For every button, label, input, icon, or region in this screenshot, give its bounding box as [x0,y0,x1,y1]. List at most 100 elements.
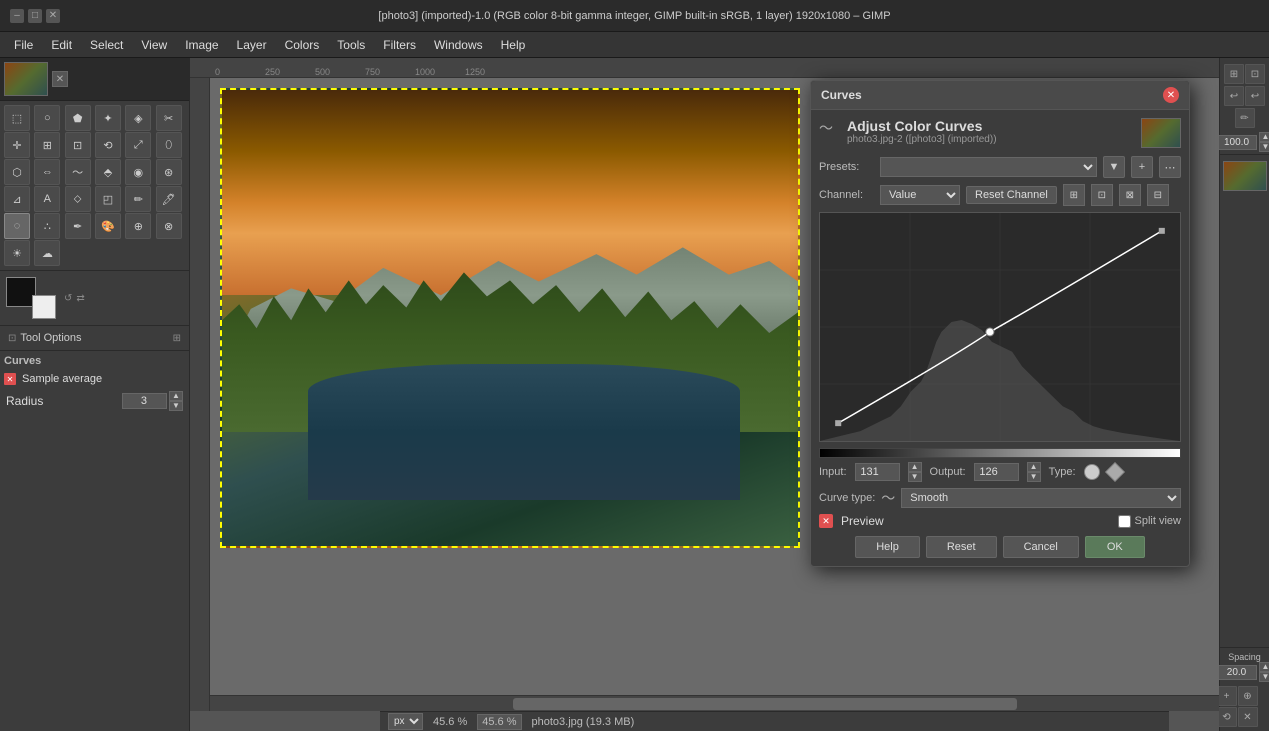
menu-colors[interactable]: Colors [277,36,328,54]
tool-fuzzy-select[interactable]: ✦ [95,105,121,131]
tool-text[interactable]: A [34,186,60,212]
close-button[interactable]: ✕ [46,9,60,23]
zoom-up-button[interactable]: ▲ [1259,132,1269,142]
scrollbar-thumb-horizontal[interactable] [513,698,1018,710]
tool-options-expand-icon[interactable]: ⊞ [173,333,181,344]
presets-add-button[interactable]: + [1131,156,1153,178]
channel-select[interactable]: Value Red Green Blue Alpha [880,185,960,205]
tool-heal[interactable]: ⊗ [156,213,182,239]
split-view-checkbox[interactable] [1118,515,1131,528]
tool-warp[interactable]: 〜 [65,159,91,185]
presets-dropdown-button[interactable]: ▼ [1103,156,1125,178]
background-color-swatch[interactable] [32,295,56,319]
spacing-up-button[interactable]: ▲ [1259,662,1269,672]
navigator-thumbnail[interactable] [1223,161,1267,191]
menu-windows[interactable]: Windows [426,36,491,54]
canvas-scrollbar-bottom[interactable] [210,695,1219,711]
spacing-value-input[interactable] [1217,665,1257,680]
tool-airbrush[interactable]: ∴ [34,213,60,239]
tool-blend[interactable]: ◰ [95,186,121,212]
menu-tools[interactable]: Tools [329,36,373,54]
tool-ink[interactable]: ✒ [65,213,91,239]
control-point[interactable] [986,328,994,336]
reset-button[interactable]: Reset [926,536,997,558]
menu-view[interactable]: View [133,36,175,54]
preview-close-button[interactable]: ✕ [819,514,833,528]
type-circle-button[interactable] [1084,464,1100,480]
tool-rect-select[interactable]: ⬚ [4,105,30,131]
curve-type-select[interactable]: Smooth Linear [901,488,1181,508]
tool-align[interactable]: ⊞ [34,132,60,158]
close-thumbnail-button[interactable]: ✕ [52,71,68,87]
tool-dodge-burn[interactable]: ☀ [4,240,30,266]
channel-icon4[interactable]: ⊟ [1147,184,1169,206]
zoom-dropdown[interactable]: 45.6 % [477,714,521,730]
curves-dialog-close-button[interactable]: ✕ [1163,87,1179,103]
tool-paths[interactable]: ⊿ [4,186,30,212]
swap-colors-icon[interactable]: ⇄ [76,293,84,304]
tool-mypaint[interactable]: 🎨 [95,213,121,239]
zoom-value-input[interactable] [1217,135,1257,150]
minimize-button[interactable]: – [10,9,24,23]
reset-channel-button[interactable]: Reset Channel [966,186,1057,204]
layers-icon[interactable]: ⊞ [1224,64,1244,84]
image-thumbnail[interactable] [4,62,48,96]
brushes-icon[interactable]: ✏ [1235,108,1255,128]
duplicate-brush-icon[interactable]: ⊕ [1238,686,1258,706]
tool-move[interactable]: ✛ [4,132,30,158]
presets-options-button[interactable]: ⋯ [1159,156,1181,178]
ok-button[interactable]: OK [1085,536,1145,558]
output-down-button[interactable]: ▼ [1027,472,1041,482]
undo-icon[interactable]: ↩ [1224,86,1244,106]
menu-edit[interactable]: Edit [43,36,80,54]
tool-cage[interactable]: ⬘ [95,159,121,185]
tool-free-select[interactable]: ⬟ [65,105,91,131]
input-up-button[interactable]: ▲ [908,462,922,472]
output-value[interactable] [974,463,1019,481]
tool-rotate[interactable]: ⟲ [95,132,121,158]
tool-eraser[interactable]: ◌ [4,213,30,239]
menu-layer[interactable]: Layer [229,36,275,54]
tool-paintbrush[interactable]: 🖊 [156,186,182,212]
channel-icon3[interactable]: ⊠ [1119,184,1141,206]
channel-icon2[interactable]: ⊡ [1091,184,1113,206]
tool-clone[interactable]: ⊕ [125,213,151,239]
tool-crop[interactable]: ⊡ [65,132,91,158]
tool-perspective[interactable]: ⬡ [4,159,30,185]
redo-icon[interactable]: ↩ [1245,86,1265,106]
curves-graph[interactable] [819,212,1181,442]
tool-scissors[interactable]: ✂ [156,105,182,131]
maximize-button[interactable]: □ [28,9,42,23]
help-button[interactable]: Help [855,536,920,558]
radius-down-button[interactable]: ▼ [169,401,183,411]
spacing-down-button[interactable]: ▼ [1259,672,1269,682]
radius-input[interactable] [122,393,167,409]
tool-by-color[interactable]: ◈ [125,105,151,131]
tool-unified-transform[interactable]: ◉ [125,159,151,185]
radius-up-button[interactable]: ▲ [169,391,183,401]
reset-colors-icon[interactable]: ↺ [64,293,72,304]
channel-icon1[interactable]: ⊞ [1063,184,1085,206]
tool-pencil[interactable]: ✏ [125,186,151,212]
tool-shear[interactable]: ⬯ [156,132,182,158]
cancel-button[interactable]: Cancel [1003,536,1079,558]
anchor-point-end[interactable] [1159,228,1165,234]
menu-image[interactable]: Image [177,36,226,54]
channels-icon[interactable]: ⊡ [1245,64,1265,84]
menu-filters[interactable]: Filters [375,36,424,54]
presets-select[interactable] [880,157,1097,177]
unit-select[interactable]: px [388,713,423,730]
type-diamond-button[interactable] [1105,462,1125,482]
refresh-icon[interactable]: ⟲ [1217,707,1237,727]
tool-flip[interactable]: ⇔ [34,159,60,185]
output-up-button[interactable]: ▲ [1027,462,1041,472]
tool-handle-transform[interactable]: ⊛ [156,159,182,185]
tool-smudge[interactable]: ☁ [34,240,60,266]
tool-paint-bucket[interactable]: ⬦ [65,186,91,212]
new-brush-icon[interactable]: + [1217,686,1237,706]
input-value[interactable] [855,463,900,481]
sample-average-close-icon[interactable]: ✕ [4,373,16,385]
menu-help[interactable]: Help [493,36,534,54]
input-down-button[interactable]: ▼ [908,472,922,482]
delete-brush-icon[interactable]: ✕ [1238,707,1258,727]
